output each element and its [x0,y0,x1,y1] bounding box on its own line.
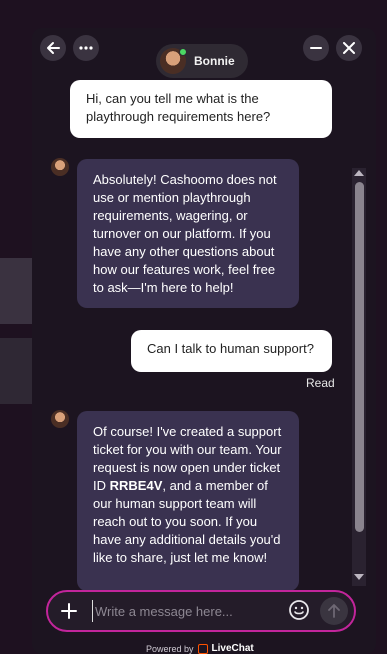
message-text: Absolutely! Cashoomo does not use or men… [93,172,277,295]
user-message: Can I talk to human support? [131,330,332,372]
livechat-logo-icon [197,643,208,654]
more-horizontal-icon [79,46,93,50]
agent-name: Bonnie [194,54,235,68]
agent-message: Absolutely! Cashoomo does not use or men… [77,159,299,308]
scroll-up-arrow[interactable] [354,170,364,176]
agent-avatar [51,158,69,176]
minimize-button[interactable] [303,35,329,61]
back-button[interactable] [40,35,66,61]
agent-avatar [160,48,187,74]
add-attachment-button[interactable] [58,600,80,622]
close-button[interactable] [336,35,362,61]
agent-info: Bonnie [156,44,248,78]
emoji-button[interactable] [288,599,312,623]
online-status-dot [179,48,187,56]
ticket-id: RRBE4V [109,478,163,493]
scrollbar-thumb[interactable] [355,182,364,532]
agent-avatar [51,410,69,428]
message-text: Hi, can you tell me what is the playthro… [86,91,271,124]
message-text: Can I talk to human support? [147,341,314,356]
message-composer [46,590,356,632]
powered-by: Powered by LiveChat [146,643,254,654]
agent-message: Of course! I've created a support ticket… [77,411,299,591]
arrow-left-icon [47,42,60,54]
arrow-up-icon [328,604,340,618]
message-input[interactable] [92,600,282,622]
plus-icon [61,603,77,619]
read-receipt: Read [306,376,335,390]
background-panel [0,338,32,404]
send-button[interactable] [320,597,348,625]
background-panel [0,258,32,324]
close-icon [343,42,355,54]
powered-by-label: Powered by [146,643,194,654]
scroll-down-arrow[interactable] [354,574,364,580]
minimize-icon [310,47,322,49]
more-options-button[interactable] [73,35,99,61]
powered-by-brand[interactable]: LiveChat [212,643,254,654]
smile-icon [289,600,309,620]
user-message: Hi, can you tell me what is the playthro… [70,80,332,138]
